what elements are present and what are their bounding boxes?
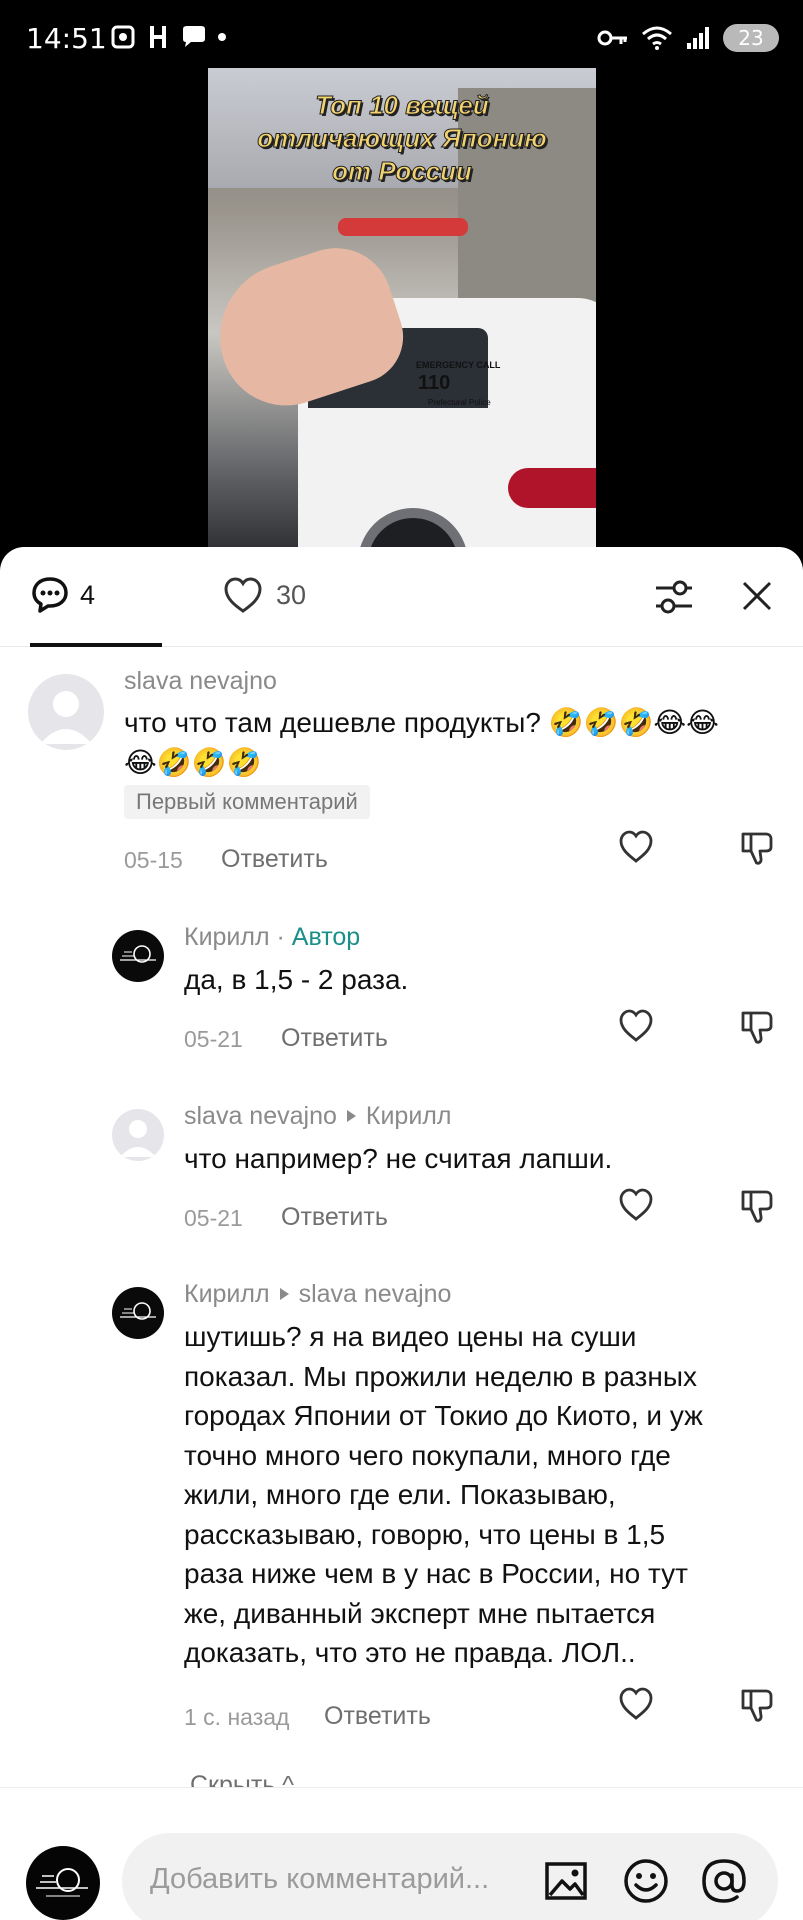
tab-underline — [30, 643, 162, 647]
author-name[interactable]: slava nevajno — [124, 667, 277, 695]
current-user-avatar[interactable] — [26, 1846, 100, 1920]
app-h-icon — [150, 26, 166, 48]
reply-arrow-icon — [346, 1110, 356, 1123]
author-tag: Автор — [291, 923, 361, 951]
comment-composer: Добавить комментарий... — [0, 1787, 803, 1920]
comment-date: 1 с. назад — [184, 1704, 290, 1730]
default-user-icon — [40, 691, 92, 744]
reply-button[interactable]: Ответить — [324, 1702, 431, 1731]
comment-text-line: показал. Мы прожили неделю в разных — [184, 1360, 697, 1392]
comments-panel: 4 30 slava nevajno что что там дешевле п… — [0, 547, 803, 1920]
video-car-light — [508, 468, 596, 508]
author-name[interactable]: slava nevajno — [184, 1102, 337, 1130]
default-user-icon — [120, 1120, 156, 1157]
comment-text: да, в 1,5 - 2 раза. — [184, 964, 409, 995]
author-avatar[interactable] — [112, 1287, 164, 1339]
status-right-icons: 23 — [597, 24, 779, 52]
dislike-icon[interactable] — [738, 1686, 776, 1724]
tab-comments[interactable]: 4 — [30, 575, 162, 647]
comment-bubble-icon — [32, 577, 68, 613]
screen-record-icon — [111, 25, 135, 49]
reply-arrow-icon — [279, 1288, 289, 1301]
comment-text-line: городах Японии от Токио до Киото, и уж — [184, 1400, 703, 1431]
chat-bubble-icon — [183, 26, 205, 47]
comments-tabs: 4 30 — [0, 547, 803, 647]
author-logo-icon — [120, 945, 156, 963]
comment-text: что что там дешевле продукты? 🤣🤣🤣😂😂 😂🤣🤣🤣 — [124, 703, 719, 782]
comment-input[interactable]: Добавить комментарий... — [122, 1833, 778, 1920]
comment-text-line: доказать, что это не правда. ЛОЛ.. — [184, 1637, 636, 1668]
emoji-icon[interactable] — [622, 1857, 670, 1905]
comment-text: что например? не считая лапши. — [184, 1143, 613, 1174]
battery-icon: 23 — [723, 24, 779, 52]
comment-text-line: рассказываю, говорю, что цены в 1,5 — [184, 1518, 666, 1550]
video-player[interactable]: Топ 10 вещей отличающих Японию от России… — [208, 68, 596, 550]
comment-author[interactable]: slava nevajno Кирилл — [184, 1102, 451, 1131]
status-left-icons — [110, 24, 226, 50]
reply-to-name[interactable]: Кирилл — [366, 1102, 452, 1130]
user-logo-icon — [36, 1868, 88, 1897]
comment-text-line: шутишь? я на видео цены на суши — [184, 1321, 637, 1352]
reply-button[interactable]: Ответить — [281, 1024, 388, 1053]
author-name[interactable]: Кирилл — [184, 1280, 270, 1308]
likes-count: 30 — [276, 580, 307, 610]
author-separator: · — [269, 923, 292, 951]
avatar[interactable] — [112, 1109, 164, 1161]
comment-author[interactable]: Кирилл slava nevajno — [184, 1280, 451, 1309]
video-title-line-2: отличающих Японию — [257, 123, 547, 154]
filter-settings-icon[interactable] — [652, 577, 696, 617]
like-heart-icon[interactable] — [618, 1008, 654, 1044]
video-title-line-3: от России — [332, 156, 473, 187]
dot-icon — [218, 33, 226, 41]
avatar[interactable] — [28, 674, 104, 750]
author-avatar[interactable] — [112, 930, 164, 982]
comment-author[interactable]: Кирилл · Автор — [184, 923, 360, 952]
like-heart-icon[interactable] — [618, 829, 654, 865]
wifi-icon — [642, 26, 672, 50]
dislike-icon[interactable] — [738, 1187, 776, 1225]
heart-icon — [224, 577, 262, 613]
video-car-text-1: EMERGENCY CALL — [416, 360, 501, 370]
close-icon[interactable] — [740, 579, 774, 613]
dislike-icon[interactable] — [738, 829, 776, 867]
reply-button[interactable]: Ответить — [221, 845, 328, 874]
tab-likes[interactable]: 30 — [222, 575, 306, 615]
like-heart-icon[interactable] — [618, 1686, 654, 1722]
image-icon[interactable] — [542, 1857, 590, 1905]
dislike-icon[interactable] — [738, 1008, 776, 1046]
video-siren — [338, 218, 468, 236]
signal-icon — [687, 27, 709, 49]
comment-date: 05-21 — [184, 1205, 243, 1231]
comment-text-line: же, диванный эксперт мне пытается — [184, 1597, 656, 1629]
comment-input-placeholder: Добавить комментарий... — [150, 1863, 490, 1895]
comment-text: шутишь? я на видео цены на суши показал.… — [184, 1317, 703, 1673]
key-icon — [597, 30, 627, 46]
first-comment-badge: Первый комментарий — [124, 785, 370, 819]
comment-date: 05-15 — [124, 847, 183, 873]
comment-text-line: раза ниже чем в у нас в России, но тут — [184, 1558, 688, 1589]
reply-to-name[interactable]: slava nevajno — [299, 1280, 452, 1308]
comment-text-line: что что там дешевле продукты? 🤣🤣🤣😂😂 — [124, 707, 719, 738]
status-time: 14:51 — [26, 22, 107, 55]
comment-date: 05-21 — [184, 1026, 243, 1052]
video-title-line-1: Топ 10 вещей — [315, 90, 490, 121]
reply-button[interactable]: Ответить — [281, 1203, 388, 1232]
like-heart-icon[interactable] — [618, 1187, 654, 1223]
video-car-text-2: 110 — [418, 372, 451, 394]
comment-text-line: 😂🤣🤣🤣 — [124, 746, 262, 778]
mention-icon[interactable] — [700, 1857, 748, 1905]
comments-count: 4 — [80, 580, 96, 610]
author-logo-icon — [120, 1302, 156, 1320]
video-car-text-3: Prefectural Police — [428, 398, 491, 407]
comment-text-line: точно много чего покупали, много где — [184, 1439, 671, 1471]
author-name[interactable]: Кирилл — [184, 923, 270, 951]
comment-author[interactable]: slava nevajno — [124, 667, 277, 696]
comment-text-line: жили, много где ели. Показываю, — [184, 1479, 616, 1510]
